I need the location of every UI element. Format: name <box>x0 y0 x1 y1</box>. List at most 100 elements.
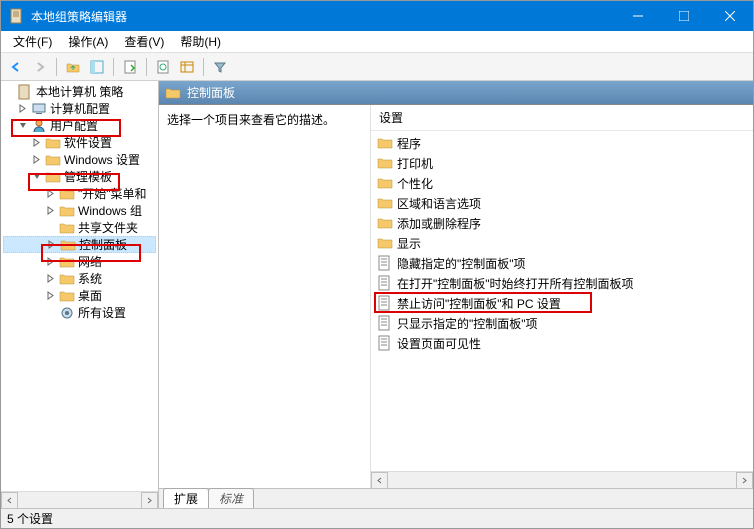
scroll-right-icon[interactable] <box>736 472 753 489</box>
close-button[interactable] <box>707 1 753 31</box>
folder-icon <box>59 203 75 219</box>
tree-admin-templates[interactable]: 管理模板 <box>3 168 156 185</box>
tab-extended[interactable]: 扩展 <box>163 488 209 508</box>
tree-pane[interactable]: 本地计算机 策略 计算机配置 用户配置 软件设置 Windows 设置 <box>1 81 159 508</box>
menu-view[interactable]: 查看(V) <box>116 31 172 52</box>
expand-icon[interactable] <box>17 102 30 115</box>
expand-icon[interactable] <box>46 238 59 251</box>
setting-folder-personalization[interactable]: 个性化 <box>371 173 753 193</box>
content-title: 控制面板 <box>187 84 235 101</box>
folder-icon <box>59 271 75 287</box>
tree-label: 管理模板 <box>64 168 112 185</box>
tree-label: "开始"菜单和 <box>78 185 147 202</box>
tree-windows-settings[interactable]: Windows 设置 <box>3 151 156 168</box>
user-icon <box>31 118 47 134</box>
tree-label: 共享文件夹 <box>78 219 138 236</box>
folder-icon <box>45 135 61 151</box>
main-window: 本地组策略编辑器 文件(F) 操作(A) 查看(V) 帮助(H) 本 <box>0 0 754 529</box>
folder-icon <box>59 220 75 236</box>
setting-folder-printers[interactable]: 打印机 <box>371 153 753 173</box>
menubar: 文件(F) 操作(A) 查看(V) 帮助(H) <box>1 31 753 53</box>
menu-file[interactable]: 文件(F) <box>5 31 60 52</box>
setting-policy-show-only[interactable]: 只显示指定的"控制面板"项 <box>371 313 753 333</box>
tree-label: 网络 <box>78 253 102 270</box>
tree-software[interactable]: 软件设置 <box>3 134 156 151</box>
tree-label: 所有设置 <box>78 304 126 321</box>
status-text: 5 个设置 <box>7 510 53 527</box>
tree-hscroll[interactable] <box>1 491 158 508</box>
collapse-icon[interactable] <box>31 170 44 183</box>
client-area: 本地计算机 策略 计算机配置 用户配置 软件设置 Windows 设置 <box>1 81 753 508</box>
settings-header[interactable]: 设置 <box>371 105 753 131</box>
content-hscroll[interactable] <box>371 471 753 488</box>
up-button[interactable] <box>62 56 84 78</box>
window-title: 本地组策略编辑器 <box>31 8 615 25</box>
tree-user-config[interactable]: 用户配置 <box>3 117 156 134</box>
folder-icon <box>377 195 393 211</box>
folder-icon <box>377 215 393 231</box>
tree-shared-folders[interactable]: 共享文件夹 <box>3 219 156 236</box>
content-header: 控制面板 <box>159 81 753 105</box>
properties-button[interactable] <box>119 56 141 78</box>
tree-label: 计算机配置 <box>50 100 110 117</box>
scroll-left-icon[interactable] <box>371 472 388 489</box>
tree-root[interactable]: 本地计算机 策略 <box>3 83 156 100</box>
export-button[interactable] <box>176 56 198 78</box>
description-text: 选择一个项目来查看它的描述。 <box>167 113 335 127</box>
titlebar[interactable]: 本地组策略编辑器 <box>1 1 753 31</box>
toolbar <box>1 53 753 81</box>
setting-folder-display[interactable]: 显示 <box>371 233 753 253</box>
collapse-icon[interactable] <box>17 119 30 132</box>
expand-icon[interactable] <box>31 153 44 166</box>
tree-system[interactable]: 系统 <box>3 270 156 287</box>
back-button[interactable] <box>5 56 27 78</box>
minimize-button[interactable] <box>615 1 661 31</box>
setting-policy-always-open[interactable]: 在打开"控制面板"时始终打开所有控制面板项 <box>371 273 753 293</box>
expand-icon[interactable] <box>45 289 58 302</box>
menu-help[interactable]: 帮助(H) <box>172 31 229 52</box>
expand-icon[interactable] <box>45 255 58 268</box>
tree-windows-comp[interactable]: Windows 组 <box>3 202 156 219</box>
refresh-button[interactable] <box>152 56 174 78</box>
scroll-left-icon[interactable] <box>1 492 18 509</box>
policy-root-icon <box>17 84 33 100</box>
tree-computer-config[interactable]: 计算机配置 <box>3 100 156 117</box>
folder-icon <box>377 175 393 191</box>
setting-folder-programs[interactable]: 程序 <box>371 133 753 153</box>
expand-icon[interactable] <box>45 272 58 285</box>
setting-policy-hide[interactable]: 隐藏指定的"控制面板"项 <box>371 253 753 273</box>
tree-label: Windows 设置 <box>64 151 140 168</box>
tree-label: 系统 <box>78 270 102 287</box>
tree-label: 软件设置 <box>64 134 112 151</box>
maximize-button[interactable] <box>661 1 707 31</box>
folder-icon <box>377 235 393 251</box>
policy-icon <box>377 335 393 351</box>
setting-folder-addremove[interactable]: 添加或删除程序 <box>371 213 753 233</box>
setting-policy-prohibit[interactable]: 禁止访问"控制面板"和 PC 设置 <box>371 293 753 313</box>
tree-label: 用户配置 <box>50 117 98 134</box>
expand-icon[interactable] <box>45 187 58 200</box>
menu-action[interactable]: 操作(A) <box>60 31 116 52</box>
tree-label: 本地计算机 策略 <box>36 83 123 100</box>
tree-desktop[interactable]: 桌面 <box>3 287 156 304</box>
tree-network[interactable]: 网络 <box>3 253 156 270</box>
computer-icon <box>31 101 47 117</box>
forward-button[interactable] <box>29 56 51 78</box>
filter-button[interactable] <box>209 56 231 78</box>
settings-icon <box>59 305 75 321</box>
setting-folder-region[interactable]: 区域和语言选项 <box>371 193 753 213</box>
setting-policy-visibility[interactable]: 设置页面可见性 <box>371 333 753 353</box>
description-column: 选择一个项目来查看它的描述。 <box>159 105 371 488</box>
tree-control-panel[interactable]: 控制面板 <box>3 236 156 253</box>
tab-standard[interactable]: 标准 <box>208 488 254 508</box>
tree-label: 桌面 <box>78 287 102 304</box>
show-hide-tree-button[interactable] <box>86 56 108 78</box>
scroll-right-icon[interactable] <box>141 492 158 509</box>
expand-icon[interactable] <box>31 136 44 149</box>
settings-column: 设置 程序 打印机 个性化 区域和语言选项 添加或删除程序 显示 隐藏指定的"控… <box>371 105 753 488</box>
policy-icon <box>377 255 393 271</box>
expand-icon[interactable] <box>45 204 58 217</box>
tree-start-menu[interactable]: "开始"菜单和 <box>3 185 156 202</box>
folder-icon <box>377 155 393 171</box>
tree-all-settings[interactable]: 所有设置 <box>3 304 156 321</box>
